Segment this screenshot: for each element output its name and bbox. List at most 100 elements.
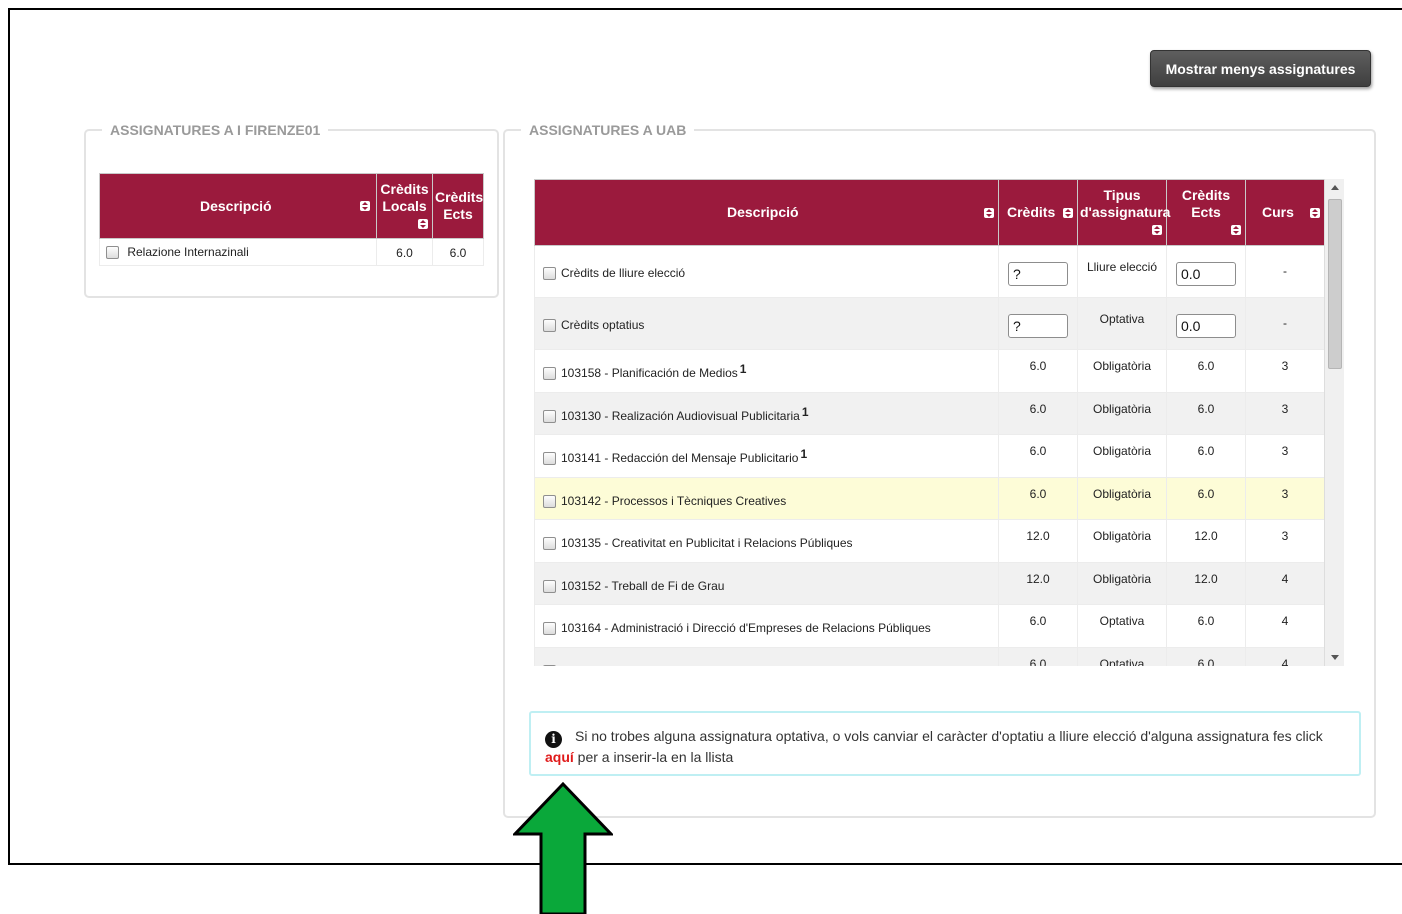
footnote-marker: 1 — [739, 362, 747, 376]
subject-description: 103142 - Processos i Tècniques Creatives — [561, 493, 787, 508]
local-credits-cell: 6.0 — [376, 238, 433, 266]
row-checkbox[interactable] — [543, 537, 556, 551]
row-checkbox[interactable] — [543, 622, 556, 636]
sort-icon[interactable] — [1152, 225, 1162, 236]
subject-description: Relazione Internazinali — [127, 244, 249, 259]
table-row[interactable]: 103135 - Creativitat en Publicitat i Rel… — [534, 519, 1325, 563]
type-cell: Optativa — [1077, 646, 1167, 666]
ects-cell — [1166, 245, 1246, 298]
description-cell: 103164 - Administració i Direcció d'Empr… — [534, 604, 999, 648]
ects-cell: 6.0 — [1166, 646, 1246, 666]
credits-cell: 6.0 — [998, 434, 1078, 478]
sort-icon[interactable] — [1231, 225, 1241, 236]
row-checkbox[interactable] — [543, 319, 556, 333]
vertical-scrollbar[interactable] — [1324, 179, 1344, 666]
course-cell: 3 — [1245, 349, 1325, 393]
course-cell: 4 — [1245, 604, 1325, 648]
column-header-ects-credits[interactable]: Crèdits Ects — [1166, 179, 1246, 246]
column-header-label: Curs — [1262, 204, 1294, 220]
column-header-label: Crèdits Ects — [434, 189, 484, 222]
column-header-label: Crèdits Ects — [1181, 187, 1231, 220]
table-row: Relazione Internazinali 6.0 6.0 — [98, 238, 485, 266]
row-checkbox[interactable] — [543, 409, 556, 423]
row-checkbox[interactable] — [543, 267, 556, 281]
column-header-description[interactable]: Descripció — [98, 173, 378, 239]
info-text-after: per a inserir-la en la llista — [577, 749, 734, 765]
type-cell: Obligatòria — [1077, 561, 1167, 605]
table-row[interactable]: 103164 - Administració i Direcció d'Empr… — [534, 604, 1325, 648]
credits-cell: 12.0 — [998, 561, 1078, 605]
row-checkbox[interactable] — [543, 579, 556, 593]
row-checkbox[interactable] — [543, 452, 556, 466]
sort-icon[interactable] — [1310, 207, 1320, 218]
table-row-free-credits: Crèdits de lliure elecció Lliure elecció… — [534, 245, 1325, 298]
course-cell: 3 — [1245, 391, 1325, 435]
subject-description: 103135 - Creativitat en Publicitat i Rel… — [561, 536, 853, 550]
description-cell: Crèdits optatius — [534, 297, 999, 350]
column-header-course[interactable]: Curs — [1245, 179, 1325, 246]
row-checkbox[interactable] — [543, 494, 556, 508]
table-row[interactable]: 6.0 Optativa 6.0 4 — [534, 646, 1325, 666]
credits-cell: 6.0 — [998, 476, 1078, 520]
sort-icon[interactable] — [360, 201, 371, 211]
credits-input[interactable] — [1008, 314, 1068, 338]
table-row[interactable]: 103142 - Processos i Tècniques Creatives… — [534, 476, 1325, 520]
local-subjects-table: Descripció Crèdits Locals Crèdits Ects R… — [98, 173, 485, 266]
scrollbar-thumb[interactable] — [1328, 199, 1342, 369]
column-header-type[interactable]: Tipus d'assignatura — [1077, 179, 1171, 246]
sort-icon[interactable] — [417, 218, 428, 229]
ects-cell: 6.0 — [1166, 349, 1246, 393]
column-header-description[interactable]: Descripció — [534, 179, 999, 246]
credits-cell: 6.0 — [998, 604, 1078, 648]
insert-subject-link[interactable]: aquí — [545, 749, 574, 765]
course-cell: 4 — [1245, 561, 1325, 605]
credits-cell: 6.0 — [998, 391, 1078, 435]
course-cell: 3 — [1245, 476, 1325, 520]
footnote-marker: 1 — [800, 447, 808, 461]
show-fewer-subjects-button[interactable]: Mostrar menys assignatures — [1150, 50, 1371, 87]
credits-cell — [998, 245, 1078, 298]
column-header-credits[interactable]: Crèdits — [998, 179, 1078, 246]
column-header-label: Descripció — [727, 204, 799, 220]
row-checkbox[interactable] — [543, 367, 556, 381]
ects-input[interactable] — [1176, 314, 1236, 338]
type-cell: Obligatòria — [1077, 391, 1167, 435]
course-cell: 3 — [1245, 519, 1325, 563]
ects-cell: 6.0 — [1166, 476, 1246, 520]
column-header-label: Tipus d'assignatura — [1080, 187, 1171, 220]
column-header-ects-credits[interactable]: Crèdits Ects — [431, 173, 485, 239]
description-cell — [534, 646, 999, 666]
description-cell: 103130 - Realización Audiovisual Publici… — [534, 391, 999, 435]
info-icon: i — [545, 731, 562, 748]
subject-description: 103158 - Planificación de Medios — [561, 366, 738, 380]
course-cell: 4 — [1245, 646, 1325, 666]
uab-subjects-scroll-area[interactable]: Descripció Crèdits Tipus d'assignatura C… — [534, 179, 1344, 666]
credits-input[interactable] — [1008, 262, 1068, 286]
ects-cell: 12.0 — [1166, 561, 1246, 605]
sort-icon[interactable] — [1063, 207, 1073, 218]
table-row[interactable]: 103141 - Redacción del Mensaje Publicita… — [534, 434, 1325, 478]
table-row[interactable]: 103158 - Planificación de Medios 1 6.0 Obli… — [534, 349, 1325, 393]
ects-credits-cell: 6.0 — [431, 238, 485, 266]
row-checkbox[interactable] — [106, 246, 119, 260]
description-cell: 103142 - Processos i Tècniques Creatives — [534, 476, 999, 520]
type-cell: Obligatòria — [1077, 349, 1167, 393]
type-cell: Optativa — [1077, 297, 1167, 350]
info-text: Si no trobes alguna assignatura optativa… — [575, 728, 1323, 744]
type-cell: Obligatòria — [1077, 434, 1167, 478]
scroll-up-icon[interactable] — [1331, 185, 1339, 190]
description-cell: 103152 - Treball de Fi de Grau — [534, 561, 999, 605]
subject-description: 103164 - Administració i Direcció d'Empr… — [561, 621, 931, 635]
local-subjects-legend: ASSIGNATURES A I FIRENZE01 — [110, 122, 321, 138]
description-cell: 103141 - Redacción del Mensaje Publicita… — [534, 434, 999, 478]
credits-cell: 6.0 — [998, 349, 1078, 393]
scroll-down-icon[interactable] — [1331, 655, 1339, 660]
table-row[interactable]: 103152 - Treball de Fi de Grau 12.0 Obliga… — [534, 561, 1325, 605]
table-row[interactable]: 103130 - Realización Audiovisual Publici… — [534, 391, 1325, 435]
sort-icon[interactable] — [984, 207, 994, 218]
column-header-local-credits[interactable]: Crèdits Locals — [376, 173, 433, 239]
row-checkbox[interactable] — [543, 664, 556, 666]
ects-input[interactable] — [1176, 262, 1236, 286]
description-cell: Crèdits de lliure elecció — [534, 245, 999, 298]
subject-description: Crèdits de lliure elecció — [561, 266, 686, 280]
